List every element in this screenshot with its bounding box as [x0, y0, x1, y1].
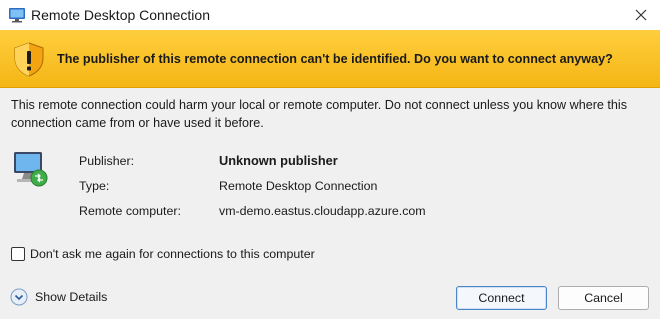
- warning-description: This remote connection could harm your l…: [11, 98, 627, 130]
- show-details-toggle[interactable]: Show Details: [10, 288, 107, 306]
- warning-message: The publisher of this remote connection …: [57, 52, 613, 66]
- remote-computer-label: Remote computer:: [79, 204, 181, 218]
- dont-ask-again-label[interactable]: Don't ask me again for connections to th…: [30, 247, 315, 261]
- publisher-label: Publisher:: [79, 154, 135, 168]
- cancel-button[interactable]: Cancel: [558, 286, 649, 310]
- dialog-footer: Show Details Connect Cancel: [0, 278, 660, 319]
- title-bar: Remote Desktop Connection: [0, 0, 660, 30]
- close-button[interactable]: [622, 0, 660, 30]
- window-title: Remote Desktop Connection: [31, 7, 210, 23]
- dont-ask-again-option[interactable]: Don't ask me again for connections to th…: [11, 247, 315, 261]
- connect-button[interactable]: Connect: [456, 286, 547, 310]
- show-details-label[interactable]: Show Details: [35, 290, 107, 304]
- warning-banner: The publisher of this remote connection …: [0, 30, 660, 88]
- close-icon: [635, 9, 647, 21]
- computer-connection-icon: [14, 152, 48, 187]
- remote-computer-value: vm-demo.eastus.cloudapp.azure.com: [219, 204, 426, 218]
- remote-desktop-icon: [9, 8, 25, 23]
- chevron-down-circle-icon[interactable]: [10, 288, 28, 306]
- type-label: Type:: [79, 179, 110, 193]
- dont-ask-again-checkbox[interactable]: [11, 247, 25, 261]
- publisher-value: Unknown publisher: [219, 153, 338, 168]
- type-value: Remote Desktop Connection: [219, 179, 378, 193]
- dialog-content: This remote connection could harm your l…: [0, 88, 660, 278]
- warning-shield-icon: [14, 42, 44, 77]
